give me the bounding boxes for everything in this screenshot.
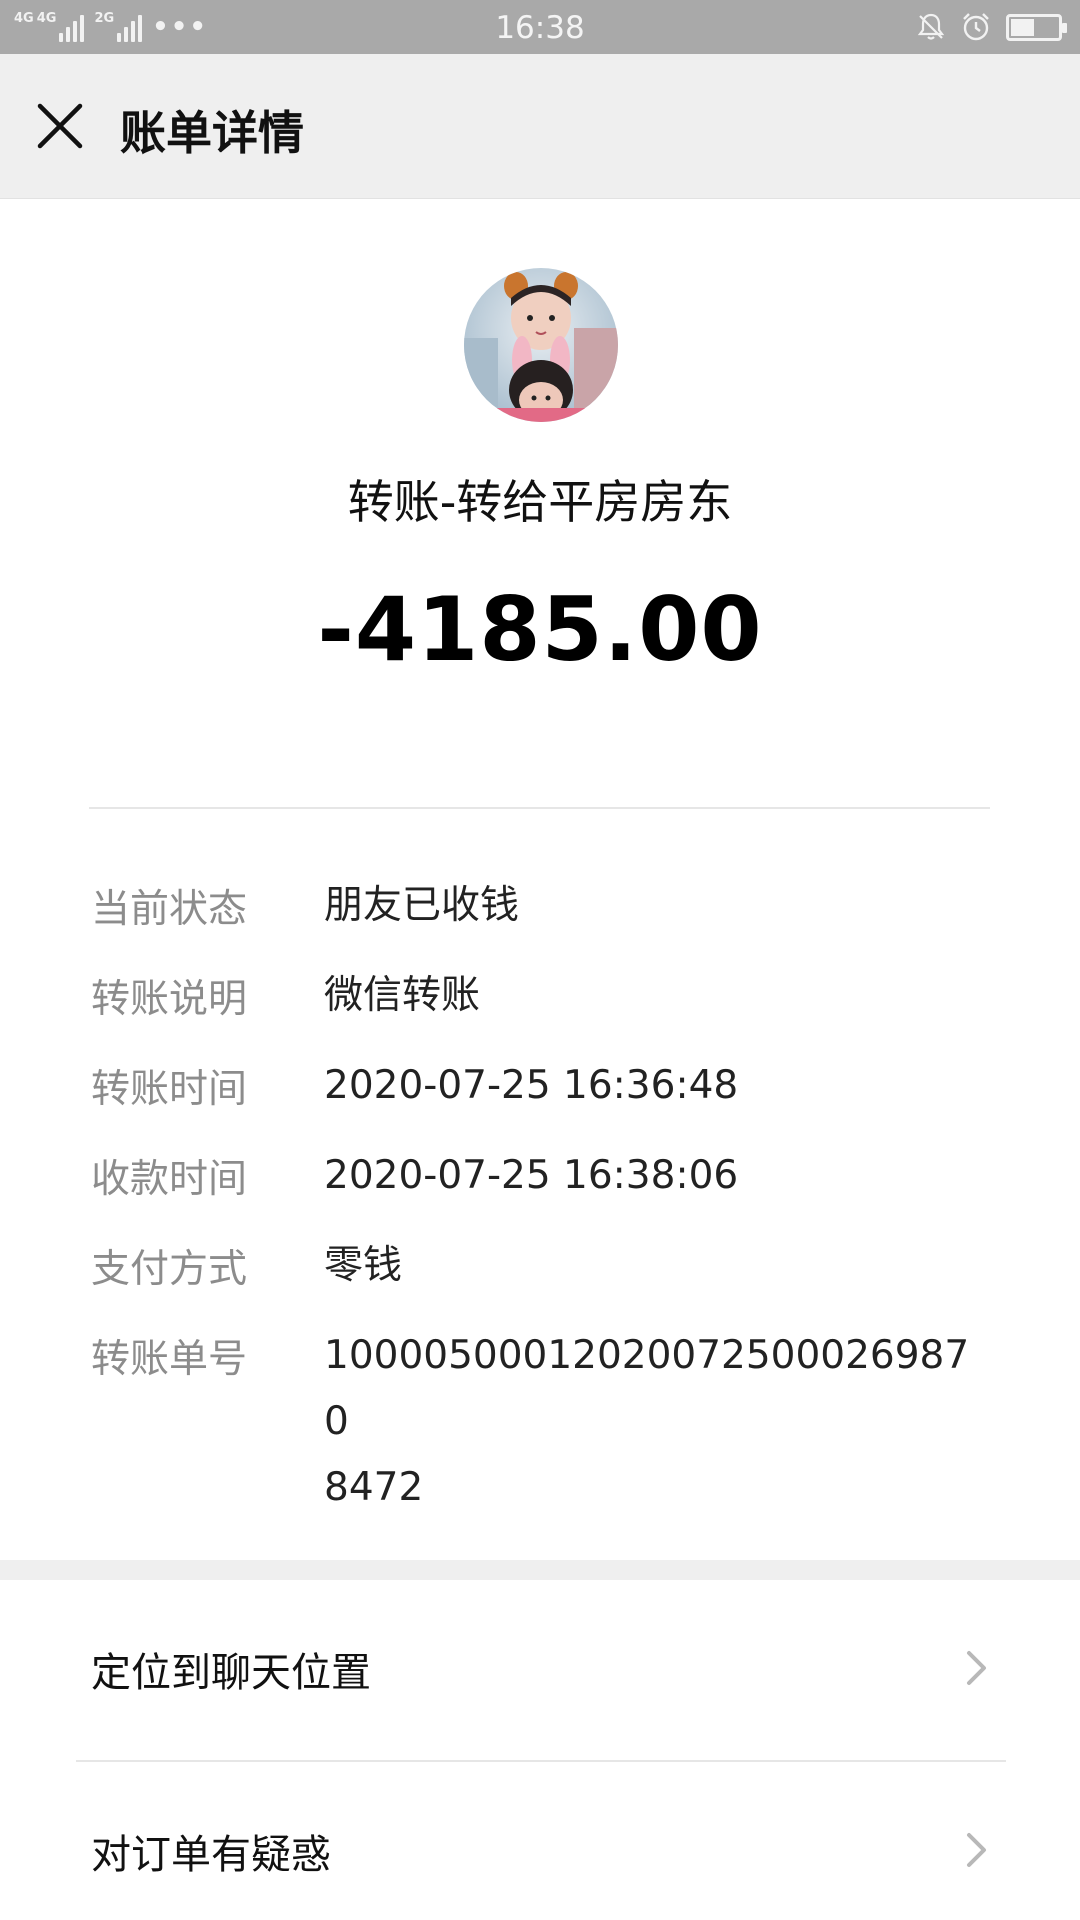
- locate-chat-label: 定位到聊天位置: [91, 1650, 371, 1696]
- order-number-line2: 8472: [324, 1465, 424, 1510]
- detail-value-payment-method: 零钱: [324, 1243, 403, 1288]
- detail-label-receive-time: 收款时间: [91, 1157, 248, 1202]
- page-title: 账单详情: [120, 106, 304, 160]
- nav-bar: 账单详情: [0, 54, 1080, 199]
- divider: [89, 807, 990, 809]
- detail-value-description: 微信转账: [324, 973, 481, 1018]
- locate-chat-button[interactable]: 定位到聊天位置: [0, 1580, 1080, 1756]
- detail-label-payment-method: 支付方式: [91, 1247, 248, 1292]
- order-question-button[interactable]: 对订单有疑惑: [0, 1762, 1080, 1920]
- order-number-line1: 10000500012020072500026987 0: [324, 1333, 970, 1444]
- battery-icon: [1006, 13, 1067, 41]
- chevron-right-icon: [967, 1833, 986, 1867]
- status-bar: 4G 4G 2G ••• 16:38: [0, 0, 1080, 54]
- order-question-label: 对订单有疑惑: [91, 1832, 331, 1878]
- detail-value-status: 朋友已收钱: [324, 883, 520, 928]
- avatar: [464, 268, 618, 422]
- alarm-icon: [963, 13, 989, 41]
- amount: -4185.00: [317, 578, 763, 681]
- detail-label-status: 当前状态: [91, 887, 248, 932]
- payee-title: 转账-转给平房房东: [347, 475, 733, 529]
- detail-value-transfer-time: 2020-07-25 16:36:48: [324, 1063, 739, 1108]
- detail-value-order-number: 10000500012020072500026987 0 8472: [324, 1323, 984, 1521]
- detail-label-description: 转账说明: [91, 977, 248, 1022]
- detail-label-order-number: 转账单号: [91, 1337, 248, 1382]
- detail-label-transfer-time: 转账时间: [91, 1067, 248, 1112]
- mute-bell-icon: [917, 13, 945, 40]
- close-icon[interactable]: [34, 100, 86, 152]
- chevron-right-icon: [967, 1651, 986, 1685]
- detail-value-receive-time: 2020-07-25 16:38:06: [324, 1153, 739, 1198]
- section-separator: [0, 1560, 1080, 1580]
- status-right-icons: [916, 11, 1067, 43]
